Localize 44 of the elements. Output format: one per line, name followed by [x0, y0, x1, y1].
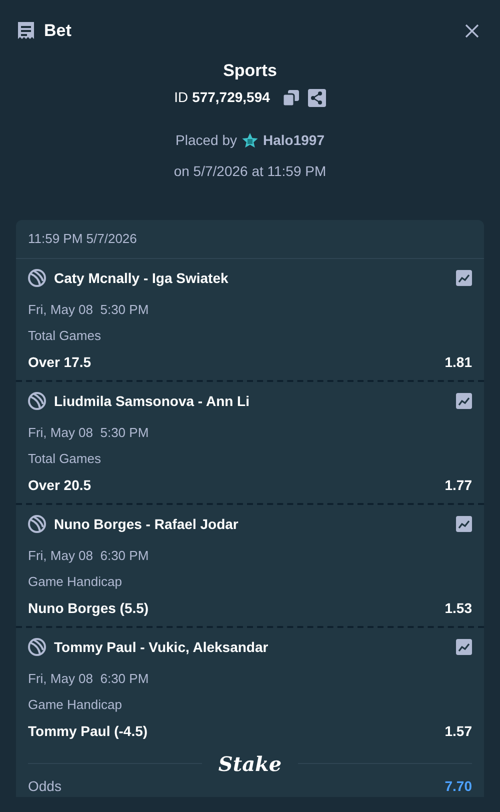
stats-button[interactable] — [456, 270, 472, 286]
leg-odds: 1.57 — [444, 722, 472, 740]
brand-logo: Stake — [218, 750, 282, 776]
bet-category: Sports — [223, 60, 277, 82]
tennis-ball-icon — [28, 392, 46, 410]
id-label: ID — [174, 88, 188, 107]
selection: Tommy Paul (-4.5) — [28, 722, 148, 741]
copy-button[interactable] — [282, 88, 300, 106]
bet-id: 577,729,594 — [192, 88, 270, 107]
market-name: Total Games — [28, 450, 102, 468]
selection: Over 20.5 — [28, 476, 92, 494]
tennis-ball-icon — [28, 638, 46, 656]
placed-by-label: Placed by — [176, 131, 237, 150]
match-title: Caty Mcnally - Iga Swiatek — [54, 268, 228, 288]
close-icon — [464, 22, 480, 39]
username-link[interactable]: Halo1997 — [263, 130, 324, 151]
placed-date: on 5/7/2026 at 11:59 PM — [174, 162, 326, 181]
receipt-icon — [16, 20, 36, 42]
market-name: Game Handicap — [28, 696, 123, 714]
leg-odds: 1.81 — [444, 352, 472, 372]
market-name: Game Handicap — [28, 573, 123, 591]
match-title: Nuno Borges - Rafael Jodar — [54, 514, 238, 534]
match-title: Liudmila Samsonova - Ann Li — [54, 392, 250, 410]
event-time: Fri, May 08 5:30 PM — [28, 300, 150, 319]
tennis-ball-icon — [28, 515, 46, 533]
total-odds: 7.70 — [444, 776, 472, 796]
dialog-title: Bet — [44, 20, 72, 42]
market-name: Total Games — [28, 327, 102, 345]
tennis-ball-icon — [28, 269, 46, 287]
odds-label: Odds — [28, 776, 62, 796]
stats-button[interactable] — [456, 516, 472, 532]
share-button[interactable] — [308, 88, 326, 106]
leg-odds: 1.53 — [444, 598, 472, 618]
event-time: Fri, May 08 5:30 PM — [28, 424, 150, 442]
match-title: Tommy Paul - Vukic, Aleksandar — [54, 638, 268, 657]
selection: Over 17.5 — [28, 352, 92, 372]
selection: Nuno Borges (5.5) — [28, 598, 149, 618]
event-time: Fri, May 08 6:30 PM — [28, 670, 150, 688]
event-time: Fri, May 08 6:30 PM — [28, 546, 150, 565]
leg-odds: 1.77 — [444, 476, 472, 494]
stats-button[interactable] — [456, 393, 472, 409]
stats-button[interactable] — [456, 639, 472, 655]
vip-star-icon — [241, 132, 259, 150]
card-timestamp: 11:59 PM 5/7/2026 — [16, 220, 484, 258]
